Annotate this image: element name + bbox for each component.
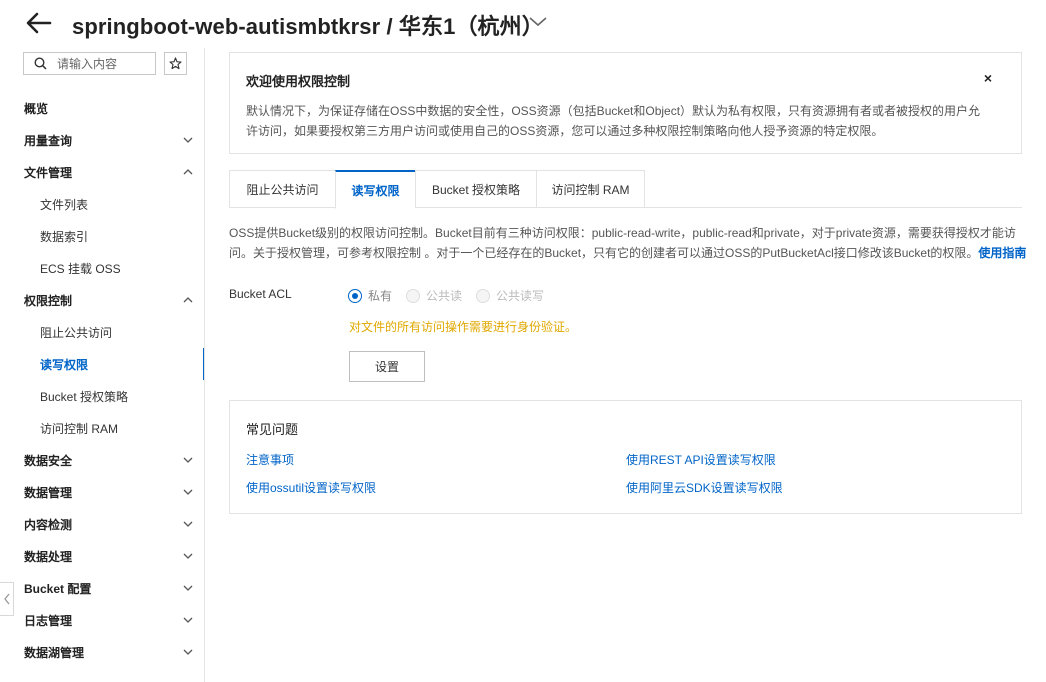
acl-public-read-write-radio[interactable]: 公共读写 (476, 287, 544, 304)
sidebar-item-label: Bucket 配置 (24, 581, 92, 596)
sidebar-item-label: 读写权限 (40, 357, 89, 372)
faq-link-ossutil[interactable]: 使用ossutil设置读写权限 (246, 479, 376, 496)
usage-guide-link[interactable]: 使用指南 (978, 246, 1026, 260)
chevron-down-icon (183, 489, 193, 495)
sidebar-item[interactable]: 权限控制 (0, 284, 204, 316)
radio-unchecked-icon (406, 288, 421, 303)
chevron-left-icon (3, 593, 10, 605)
faq-link-notes[interactable]: 注意事项 (246, 451, 294, 468)
back-arrow-icon[interactable] (24, 10, 54, 36)
sidebar-item-label: 日志管理 (24, 613, 73, 628)
chevron-down-icon (183, 457, 193, 463)
sidebar-item-label: 数据管理 (24, 485, 73, 500)
sidebar-item-label: 文件列表 (40, 197, 89, 212)
sidebar-item[interactable]: 阻止公共访问 (0, 316, 204, 348)
sidebar-item-label: 数据湖管理 (24, 645, 85, 660)
welcome-card: 欢迎使用权限控制 默认情况下，为保证存储在OSS中数据的安全性，OSS资源（包括… (229, 52, 1022, 154)
sidebar-item-label: 数据索引 (40, 229, 89, 244)
tab-access-control-ram[interactable]: 访问控制 RAM (536, 170, 645, 208)
chevron-down-icon (183, 649, 193, 655)
acl-radio-group: 私有 公共读 公共读写 (348, 287, 544, 304)
sidebar: 概览用量查询文件管理文件列表数据索引 ECS 挂载 OSS 权限控制阻止公共访问读写… (0, 48, 205, 682)
acl-description-text: OSS提供Bucket级别的权限访问控制。Bucket目前有三种访问权限：pub… (229, 226, 1016, 260)
sidebar-item[interactable]: 读写权限 (0, 348, 204, 380)
sidebar-item-label: 用量查询 (24, 133, 73, 148)
sidebar-item[interactable]: 访问控制 RAM (0, 412, 204, 444)
faq-card: 常见问题 注意事项 使用REST API设置读写权限 使用ossutil设置读写… (229, 400, 1022, 514)
faq-title: 常见问题 (246, 422, 299, 437)
sidebar-item[interactable]: 数据处理 (0, 540, 204, 572)
sidebar-item-label: 访问控制 RAM (40, 421, 119, 436)
sidebar-item-label: 数据处理 (24, 549, 73, 564)
chevron-up-icon (183, 297, 193, 303)
chevron-down-icon (183, 521, 193, 527)
acl-private-radio[interactable]: 私有 (348, 287, 392, 304)
sidebar-item-label: 阻止公共访问 (40, 325, 113, 340)
radio-checked-icon (348, 288, 362, 303)
bucket-acl-label: Bucket ACL (229, 287, 292, 301)
chevron-down-icon (183, 585, 193, 591)
sidebar-item[interactable]: 日志管理 (0, 604, 204, 636)
sidebar-item[interactable]: 数据安全 (0, 444, 204, 476)
chevron-up-icon (183, 169, 193, 175)
sidebar-item[interactable]: 数据索引 (0, 220, 204, 252)
sidebar-item-label: 权限控制 (24, 293, 73, 308)
sidebar-item[interactable]: 用量查询 (0, 124, 204, 156)
acl-public-read-radio[interactable]: 公共读 (406, 287, 462, 304)
tab-block-public-access[interactable]: 阻止公共访问 (229, 170, 335, 208)
sidebar-item[interactable]: ECS 挂载 OSS (0, 252, 204, 284)
sidebar-item-label: 内容检测 (24, 517, 73, 532)
sidebar-item[interactable]: 文件管理 (0, 156, 204, 188)
sidebar-item[interactable]: 数据管理 (0, 476, 204, 508)
sidebar-search[interactable] (23, 52, 156, 75)
acl-public-read-label: 公共读 (426, 289, 463, 303)
tab-read-write-permission[interactable]: 读写权限 (335, 170, 415, 209)
sidebar-item[interactable]: Bucket 授权策略 (0, 380, 204, 412)
acl-private-label: 私有 (368, 289, 393, 303)
chevron-down-icon (183, 137, 193, 143)
faq-link-rest-api[interactable]: 使用REST API设置读写权限 (626, 451, 776, 468)
search-input[interactable] (57, 56, 147, 71)
search-icon (34, 57, 47, 70)
sidebar-item[interactable]: Bucket 配置 (0, 572, 204, 604)
welcome-title: 欢迎使用权限控制 (246, 74, 351, 89)
tab-bucket-policy[interactable]: Bucket 授权策略 (415, 170, 536, 208)
set-button[interactable]: 设置 (349, 351, 425, 382)
sidebar-item-label: 概览 (24, 101, 49, 116)
chevron-down-icon (183, 553, 193, 559)
acl-description: OSS提供Bucket级别的权限访问控制。Bucket目前有三种访问权限：pub… (229, 223, 1029, 263)
sidebar-item-label: 文件管理 (24, 165, 73, 180)
header: springboot-web-autismbtkrsr / 华东1（杭州） (0, 0, 1046, 48)
acl-note: 对文件的所有访问操作需要进行身份验证。 (349, 320, 578, 334)
page-title: springboot-web-autismbtkrsr / 华东1（杭州） (72, 14, 544, 39)
welcome-body: 默认情况下，为保证存储在OSS中数据的安全性，OSS资源（包括Bucket和Ob… (246, 104, 981, 138)
acl-public-read-write-label: 公共读写 (496, 289, 545, 303)
chevron-down-icon[interactable] (528, 14, 548, 30)
collapse-sidebar-button[interactable] (0, 582, 14, 616)
radio-unchecked-icon (476, 288, 491, 303)
sidebar-item[interactable]: 内容检测 (0, 508, 204, 540)
close-icon[interactable]: × (981, 71, 995, 85)
sidebar-item[interactable]: 数据湖管理 (0, 636, 204, 668)
sidebar-item-label: ECS 挂载 OSS (40, 261, 121, 276)
faq-link-sdk[interactable]: 使用阿里云SDK设置读写权限 (626, 479, 783, 496)
tab-bar: 阻止公共访问 读写权限 Bucket 授权策略 访问控制 RAM (229, 170, 1022, 209)
favorite-star-icon[interactable] (164, 52, 187, 75)
sidebar-item-label: Bucket 授权策略 (40, 389, 129, 404)
sidebar-item-label: 数据安全 (24, 453, 73, 468)
sidebar-item[interactable]: 文件列表 (0, 188, 204, 220)
chevron-down-icon (183, 617, 193, 623)
sidebar-item[interactable]: 概览 (0, 92, 204, 124)
